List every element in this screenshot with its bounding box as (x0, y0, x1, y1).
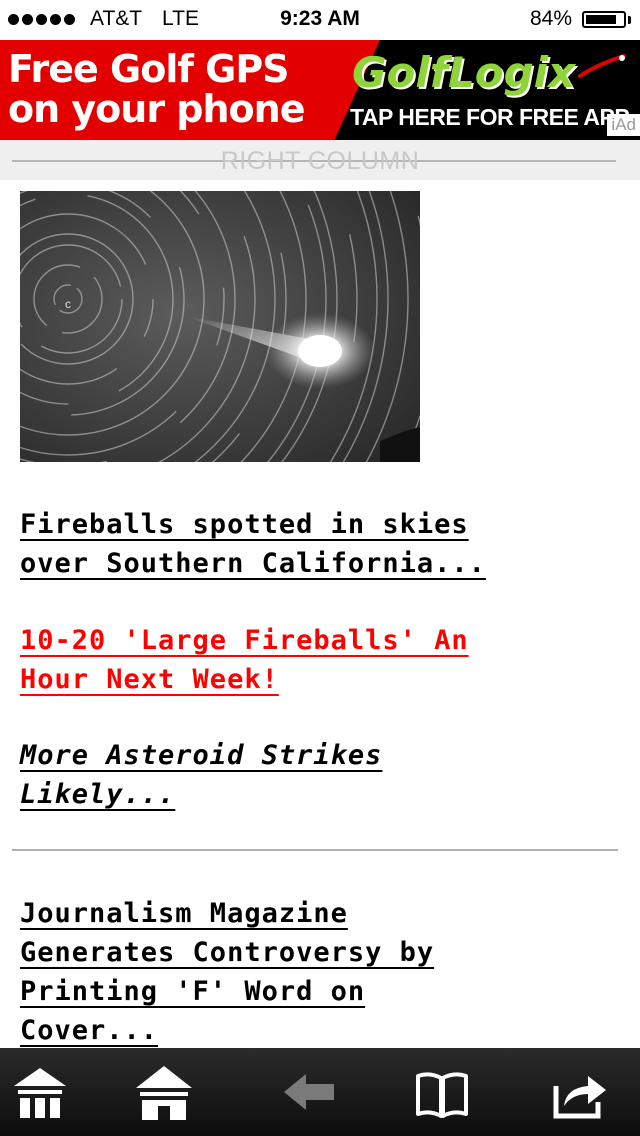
battery-percent: 84% (529, 7, 572, 30)
bookmarks-button[interactable] (412, 1062, 472, 1122)
battery-tip (628, 16, 631, 24)
headline-link[interactable]: More Asteroid Strikes Likely... (20, 736, 382, 814)
headline-line: Hour Next Week! (20, 664, 279, 695)
share-icon (553, 1076, 606, 1119)
ad-banner[interactable]: Free Golf GPS on your phone GolfLogix TA… (0, 40, 640, 140)
star-trails-image: c (20, 191, 420, 462)
fireball-photo[interactable]: c (20, 191, 420, 462)
headline-line: Likely... (20, 779, 176, 810)
headline-link[interactable]: Fireballs spotted in skies over Southern… (20, 505, 486, 583)
svg-text:c: c (65, 297, 71, 311)
battery-icon (582, 11, 626, 28)
headline-line: 10-20 'Large Fireballs' An (20, 625, 469, 656)
iad-badge: iAd (607, 114, 640, 136)
bottom-toolbar (0, 1048, 640, 1136)
home-button[interactable] (134, 1062, 194, 1122)
menu-home-button[interactable] (10, 1062, 70, 1122)
headline-fireballs-socal[interactable]: Fireballs spotted in skies over Southern… (20, 505, 486, 583)
headline-line: over Southern California... (20, 548, 486, 579)
status-bar: AT&T LTE 9:23 AM 84% (0, 0, 640, 40)
headline-large-fireballs[interactable]: 10-20 'Large Fireballs' An Hour Next Wee… (20, 621, 469, 699)
golf-swoosh-icon (578, 54, 626, 78)
column-divider: RIGHT COLUMN (0, 140, 640, 180)
share-button[interactable] (550, 1062, 610, 1122)
headline-line: Generates Controversy by (20, 937, 435, 968)
headline-asteroid-strikes[interactable]: More Asteroid Strikes Likely... (20, 736, 382, 814)
section-divider (12, 849, 618, 851)
column-label: RIGHT COLUMN (220, 147, 420, 175)
headline-journalism-magazine[interactable]: Journalism Magazine Generates Controvers… (20, 894, 434, 1050)
headline-line: More Asteroid Strikes (20, 740, 383, 771)
headline-line: Journalism Magazine (20, 898, 348, 929)
ad-headline: Free Golf GPS on your phone (8, 49, 368, 129)
ad-cta-text: TAP HERE FOR FREE APP (350, 104, 630, 130)
back-arrow-icon (284, 1074, 334, 1110)
ad-headline-line2: on your phone (8, 87, 305, 131)
headline-line: Fireballs spotted in skies (20, 509, 469, 540)
headline-line: Printing 'F' Word on (20, 976, 366, 1007)
home-icon (136, 1066, 192, 1120)
headline-link[interactable]: Journalism Magazine Generates Controvers… (20, 894, 434, 1050)
headline-line: Cover... (20, 1015, 159, 1046)
headline-link[interactable]: 10-20 'Large Fireballs' An Hour Next Wee… (20, 621, 469, 699)
back-button[interactable] (280, 1062, 340, 1122)
menu-home-icon (14, 1068, 66, 1118)
ad-headline-line1: Free Golf GPS (8, 47, 290, 91)
bookmarks-icon (416, 1072, 468, 1118)
